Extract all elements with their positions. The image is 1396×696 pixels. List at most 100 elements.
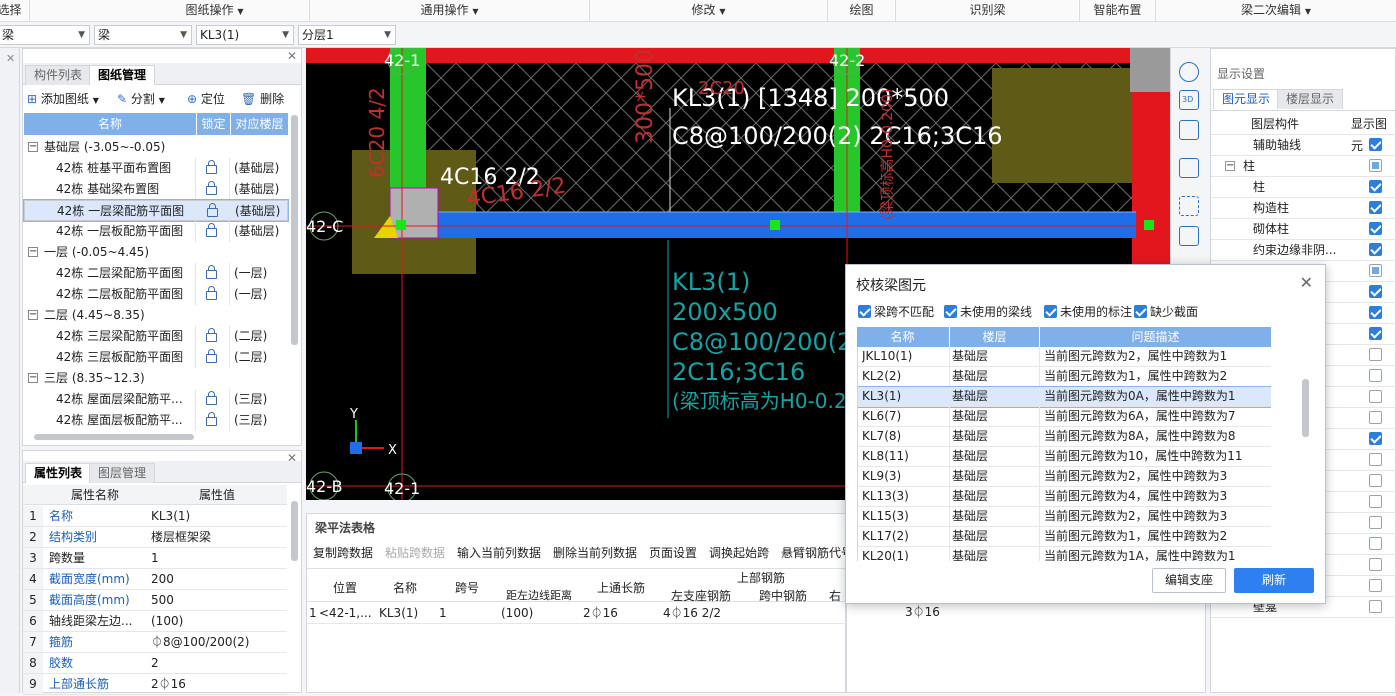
3d-view-icon[interactable]: 3D — [1179, 90, 1199, 110]
tab-property-list[interactable]: 属性列表 — [25, 463, 92, 483]
collapse-icon[interactable]: − — [28, 310, 38, 320]
property-row[interactable]: 7 箍筋 ⏀8@100/200(2) — [23, 632, 287, 653]
tree-group[interactable]: − 二层 (4.45~8.35) — [24, 305, 288, 326]
display-row[interactable]: 辅助轴线 — [1211, 135, 1396, 156]
tree-item[interactable]: 42栋 三层梁配筋平面图 (二层) — [24, 326, 288, 347]
checkbox-icon[interactable] — [1044, 305, 1057, 318]
delete-button[interactable]: 🗑 删除 — [241, 87, 284, 111]
ribbon-group-select[interactable]: 选择 — [0, 0, 30, 22]
show-checkbox[interactable] — [1369, 495, 1382, 508]
close-icon[interactable]: ✕ — [1300, 273, 1313, 292]
lock-icon[interactable] — [206, 286, 217, 300]
collapse-icon[interactable]: − — [28, 142, 38, 152]
issue-row[interactable]: KL17(2) 基础层 当前图元跨数为1，属性中跨数为2 — [858, 527, 1271, 547]
lock-icon[interactable] — [206, 328, 217, 342]
ribbon-group-draw[interactable]: 绘图 — [828, 0, 896, 22]
tab-element-display[interactable]: 图元显示 — [1213, 89, 1280, 109]
copy-span-button[interactable]: 复制跨数据 — [313, 542, 373, 564]
show-checkbox[interactable] — [1369, 411, 1382, 424]
ribbon-group-recognize-beam[interactable]: 识别梁 — [896, 0, 1080, 22]
zoom-extent-icon[interactable] — [1179, 196, 1199, 216]
show-checkbox[interactable] — [1369, 285, 1382, 298]
cell-position[interactable]: <42-1,... — [319, 602, 372, 624]
show-checkbox[interactable] — [1369, 600, 1382, 613]
property-value[interactable]: 2⏀16 — [151, 674, 287, 694]
display-row[interactable]: − 柱 — [1211, 156, 1396, 177]
property-row[interactable]: 9 上部通长筋 2⏀16 — [23, 674, 287, 695]
issue-row[interactable]: KL8(11) 基础层 当前图元跨数为10，属性中跨数为11 — [858, 447, 1271, 467]
refresh-button[interactable]: 刷新 — [1234, 568, 1314, 593]
show-checkbox[interactable] — [1369, 390, 1382, 403]
show-checkbox[interactable] — [1369, 432, 1382, 445]
cantilever-code-button[interactable]: 悬臂钢筋代号 — [781, 542, 853, 564]
split-button[interactable]: ✎ 分割 ▼ — [117, 87, 165, 113]
input-column-button[interactable]: 输入当前列数据 — [457, 542, 541, 564]
lock-icon[interactable] — [206, 391, 217, 405]
ribbon-group-modify[interactable]: 修改 ▼ — [590, 0, 828, 22]
cell-span[interactable]: 1 — [439, 602, 447, 624]
property-value[interactable]: (100) — [151, 611, 287, 631]
beam-table-row[interactable]: 1 <42-1,... KL3(1) 1 (100) 2⏀16 4⏀16 2/2… — [307, 602, 940, 624]
vertical-scroll-thumb[interactable] — [1302, 379, 1309, 437]
tree-item[interactable]: 42栋 一层板配筋平面图 (基础层) — [24, 221, 288, 242]
close-icon[interactable]: ✕ — [287, 49, 297, 63]
close-icon[interactable]: ✕ — [6, 52, 15, 65]
property-row[interactable]: 5 截面高度(mm) 500 — [23, 590, 287, 611]
lock-icon[interactable] — [207, 203, 218, 217]
selected-beam-kl3[interactable] — [436, 212, 1136, 238]
page-setup-button[interactable]: 页面设置 — [649, 542, 697, 564]
tree-item[interactable]: 42栋 一层梁配筋平面图 (基础层) — [23, 199, 289, 222]
issue-row[interactable]: JKL10(1) 基础层 当前图元跨数为2，属性中跨数为1 — [858, 347, 1271, 367]
checkbox-icon[interactable] — [944, 305, 957, 318]
issue-row[interactable]: KL9(3) 基础层 当前图元跨数为2，属性中跨数为3 — [858, 467, 1271, 487]
property-row[interactable]: 6 轴线距梁左边... (100) — [23, 611, 287, 632]
lock-icon[interactable] — [206, 349, 217, 363]
display-row[interactable]: 构造柱 — [1211, 198, 1396, 219]
display-row[interactable]: 约束边缘非阴... — [1211, 240, 1396, 261]
floor-select[interactable]: 梁 ▼ — [0, 25, 90, 45]
checkbox-icon[interactable] — [858, 305, 871, 318]
tab-layer-management[interactable]: 图层管理 — [89, 463, 156, 483]
lock-icon[interactable] — [206, 412, 217, 426]
collapse-icon[interactable]: − — [28, 373, 38, 383]
show-checkbox[interactable] — [1369, 327, 1382, 340]
show-checkbox[interactable] — [1369, 348, 1382, 361]
grip-mid[interactable] — [770, 220, 780, 230]
show-checkbox[interactable] — [1369, 264, 1382, 277]
type-select[interactable]: 梁 ▼ — [94, 25, 192, 45]
collapse-icon[interactable]: − — [1225, 161, 1235, 171]
property-row[interactable]: 8 胶数 2 — [23, 653, 287, 674]
show-checkbox[interactable] — [1369, 222, 1382, 235]
ribbon-group-beam-edit[interactable]: 梁二次编辑 ▼ — [1156, 0, 1396, 22]
ribbon-group-general[interactable]: 通用操作 ▼ — [310, 0, 590, 22]
show-checkbox[interactable] — [1369, 369, 1382, 382]
property-row[interactable]: 4 截面宽度(mm) 200 — [23, 569, 287, 590]
solid-view-icon[interactable] — [1179, 158, 1199, 178]
tree-item[interactable]: 42栋 二层板配筋平面图 (一层) — [24, 284, 288, 305]
cell-name[interactable]: KL3(1) — [379, 602, 418, 624]
component-select[interactable]: KL3(1) ▼ — [196, 25, 294, 45]
show-checkbox[interactable] — [1369, 201, 1382, 214]
ribbon-group-drawing[interactable]: 图纸操作 ▼ — [120, 0, 310, 22]
layer-select[interactable]: 分层1 ▼ — [298, 25, 396, 45]
collapse-icon[interactable]: − — [28, 247, 38, 257]
show-checkbox[interactable] — [1369, 180, 1382, 193]
lock-icon[interactable] — [206, 265, 217, 279]
grip-start[interactable] — [396, 220, 406, 230]
issue-row[interactable]: KL6(7) 基础层 当前图元跨数为6A，属性中跨数为7 — [858, 407, 1271, 427]
show-checkbox[interactable] — [1369, 243, 1382, 256]
cube-icon[interactable] — [1179, 226, 1199, 246]
show-checkbox[interactable] — [1369, 138, 1382, 151]
property-value[interactable]: KL3(1) — [151, 506, 287, 526]
cell-left-distance[interactable]: (100) — [501, 602, 533, 624]
tab-component-list[interactable]: 构件列表 — [25, 65, 92, 85]
paste-span-button[interactable]: 粘贴跨数据 — [385, 542, 445, 564]
tree-item[interactable]: 42栋 三层板配筋平面图 (二层) — [24, 347, 288, 368]
add-drawing-button[interactable]: ⊞ 添加图纸 ▼ — [27, 87, 99, 113]
issue-row[interactable]: KL13(3) 基础层 当前图元跨数为4，属性中跨数为3 — [858, 487, 1271, 507]
property-row[interactable]: 2 结构类别 楼层框架梁 — [23, 527, 287, 548]
property-value[interactable]: 1 — [151, 548, 287, 568]
property-value[interactable]: ⏀8@100/200(2) — [151, 632, 287, 652]
box-view-icon[interactable] — [1179, 120, 1199, 140]
show-checkbox[interactable] — [1369, 474, 1382, 487]
